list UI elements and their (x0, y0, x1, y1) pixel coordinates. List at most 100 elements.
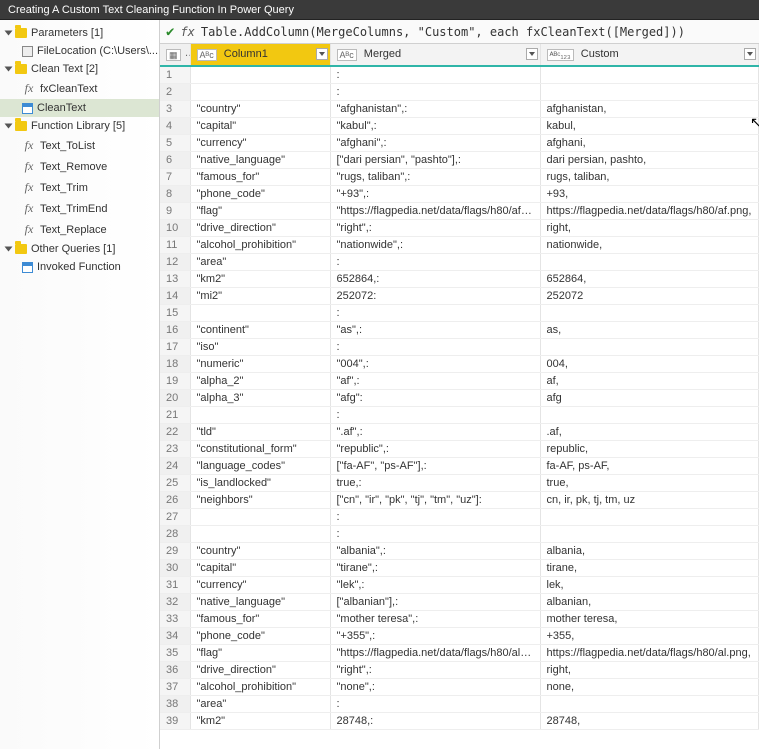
query-group[interactable]: Function Library [5] (0, 117, 159, 135)
row-number[interactable]: 29 (160, 543, 190, 560)
row-number[interactable]: 32 (160, 594, 190, 611)
row-number[interactable]: 37 (160, 679, 190, 696)
cell-custom[interactable]: https://flagpedia.net/data/flags/h80/af.… (540, 203, 759, 220)
cell-merged[interactable]: "afghanistan",: (330, 101, 540, 118)
cell-merged[interactable]: "afg": (330, 390, 540, 407)
cell-column1[interactable]: "flag" (190, 203, 330, 220)
cell-column1[interactable]: "is_landlocked" (190, 475, 330, 492)
cell-column1[interactable]: "numeric" (190, 356, 330, 373)
cell-custom[interactable]: rugs, taliban, (540, 169, 759, 186)
formula-commit-icon[interactable]: ✔ (166, 24, 174, 40)
col-header-custom[interactable]: ᴬᴮᶜ₁₂₃ Custom (540, 44, 759, 66)
table-row[interactable]: 20 "alpha_3""afg":afg (160, 390, 759, 407)
table-row[interactable]: 3"country""afghanistan",:afghanistan, (160, 101, 759, 118)
cell-column1[interactable]: "area" (190, 254, 330, 271)
row-number[interactable]: 38 (160, 696, 190, 713)
cell-column1[interactable]: "currency" (190, 577, 330, 594)
cell-merged[interactable]: "as",: (330, 322, 540, 339)
cell-column1[interactable]: "km2" (190, 271, 330, 288)
col-header-merged[interactable]: Aᴮc Merged (330, 44, 540, 66)
cell-merged[interactable]: : (330, 84, 540, 101)
cell-custom[interactable]: true, (540, 475, 759, 492)
table-row[interactable]: 37"alcohol_prohibition""none",:none, (160, 679, 759, 696)
table-row[interactable]: 35"flag""https://flagpedia.net/data/flag… (160, 645, 759, 662)
table-row[interactable]: 21: (160, 407, 759, 424)
cell-merged[interactable]: "mother teresa",: (330, 611, 540, 628)
row-number[interactable]: 8 (160, 186, 190, 203)
cell-column1[interactable] (190, 526, 330, 543)
table-row[interactable]: 38"area": (160, 696, 759, 713)
row-number[interactable]: 9 (160, 203, 190, 220)
cell-custom[interactable]: afghani, (540, 135, 759, 152)
cell-column1[interactable]: "language_codes" (190, 458, 330, 475)
row-number[interactable]: 1 (160, 66, 190, 84)
query-item[interactable]: CleanText (0, 99, 159, 117)
cell-merged[interactable]: "none",: (330, 679, 540, 696)
row-number[interactable]: 21 (160, 407, 190, 424)
cell-column1[interactable]: "native_language" (190, 152, 330, 169)
cell-column1[interactable]: "iso" (190, 339, 330, 356)
formula-bar[interactable]: ✔ fx Table.AddColumn(MergeColumns, "Cust… (160, 20, 759, 44)
cell-merged[interactable]: : (330, 339, 540, 356)
table-row[interactable]: 1: (160, 66, 759, 84)
filter-dropdown-icon[interactable] (316, 48, 328, 60)
cell-column1[interactable]: "km2" (190, 713, 330, 730)
cell-merged[interactable]: : (330, 696, 540, 713)
cell-custom[interactable]: 252072 (540, 288, 759, 305)
cell-merged[interactable]: : (330, 526, 540, 543)
cell-merged[interactable]: "right",: (330, 220, 540, 237)
cell-merged[interactable]: : (330, 66, 540, 84)
row-number[interactable]: 26 (160, 492, 190, 509)
row-number[interactable]: 22 (160, 424, 190, 441)
query-item[interactable]: fxText_Replace (0, 219, 159, 240)
row-number[interactable]: 20 (160, 390, 190, 407)
row-number[interactable]: 6 (160, 152, 190, 169)
table-row[interactable]: 24"language_codes"["fa-AF", "ps-AF"],:fa… (160, 458, 759, 475)
cell-merged[interactable]: "afghani",: (330, 135, 540, 152)
cell-column1[interactable]: "alpha_3" (190, 390, 330, 407)
table-row[interactable]: 2: (160, 84, 759, 101)
table-row[interactable]: 9"flag""https://flagpedia.net/data/flags… (160, 203, 759, 220)
cell-custom[interactable] (540, 254, 759, 271)
cell-column1[interactable]: "capital" (190, 560, 330, 577)
cell-column1[interactable]: "area" (190, 696, 330, 713)
row-number[interactable]: 12 (160, 254, 190, 271)
cell-custom[interactable]: afg (540, 390, 759, 407)
cell-custom[interactable] (540, 305, 759, 322)
cell-merged[interactable]: "kabul",: (330, 118, 540, 135)
cell-custom[interactable] (540, 407, 759, 424)
table-row[interactable]: 23"constitutional_form""republic",:repub… (160, 441, 759, 458)
cell-custom[interactable]: +355, (540, 628, 759, 645)
cell-column1[interactable]: "phone_code" (190, 628, 330, 645)
row-number[interactable]: 10 (160, 220, 190, 237)
cell-merged[interactable]: ["fa-AF", "ps-AF"],: (330, 458, 540, 475)
cell-merged[interactable]: ["cn", "ir", "pk", "tj", "tm", "uz"]: (330, 492, 540, 509)
cell-merged[interactable]: : (330, 305, 540, 322)
cell-custom[interactable]: af, (540, 373, 759, 390)
cell-custom[interactable] (540, 526, 759, 543)
row-number[interactable]: 33 (160, 611, 190, 628)
cell-custom[interactable]: nationwide, (540, 237, 759, 254)
rownum-header[interactable]: ▦ (160, 44, 190, 66)
cell-column1[interactable]: "drive_direction" (190, 662, 330, 679)
row-number[interactable]: 15 (160, 305, 190, 322)
cell-custom[interactable]: mother teresa, (540, 611, 759, 628)
filter-dropdown-icon[interactable] (744, 48, 756, 60)
table-row[interactable]: 29"country""albania",:albania, (160, 543, 759, 560)
cell-custom[interactable]: .af, (540, 424, 759, 441)
cell-custom[interactable]: +93, (540, 186, 759, 203)
cell-column1[interactable]: "alpha_2" (190, 373, 330, 390)
cell-merged[interactable]: 652864,: (330, 271, 540, 288)
row-number[interactable]: 31 (160, 577, 190, 594)
table-row[interactable]: 17"iso": (160, 339, 759, 356)
table-row[interactable]: 22"tld"".af",:.af, (160, 424, 759, 441)
cell-column1[interactable]: "capital" (190, 118, 330, 135)
table-row[interactable]: 14 "mi2"252072:252072 (160, 288, 759, 305)
query-item[interactable]: Invoked Function (0, 258, 159, 276)
cell-merged[interactable]: "af",: (330, 373, 540, 390)
table-row[interactable]: 36"drive_direction""right",:right, (160, 662, 759, 679)
query-item[interactable]: fxText_Trim (0, 177, 159, 198)
cell-merged[interactable]: "https://flagpedia.net/data/flags/h80/al… (330, 645, 540, 662)
row-number[interactable]: 14 (160, 288, 190, 305)
cell-merged[interactable]: : (330, 254, 540, 271)
